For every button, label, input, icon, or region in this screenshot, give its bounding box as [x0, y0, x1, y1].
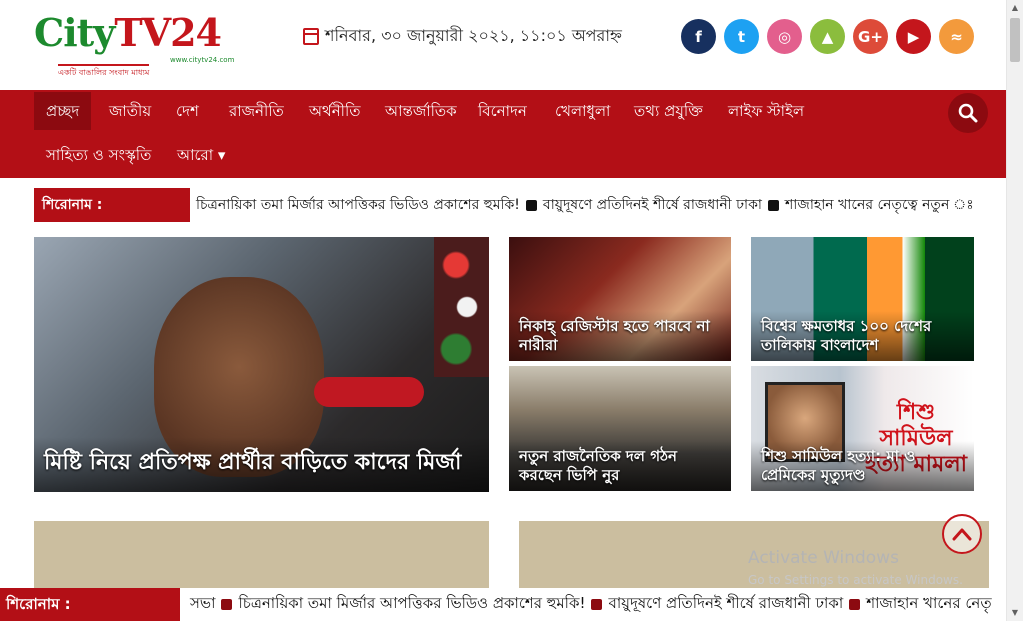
facebook-icon[interactable]: f [681, 19, 716, 54]
scrollbar-thumb[interactable] [1010, 18, 1020, 62]
twitter-icon[interactable]: t [724, 19, 759, 54]
news-card[interactable]: নতুন রাজনৈতিক দল গঠন করছেন ভিপি নুর [509, 366, 731, 491]
ticker-item[interactable]: শাজাহান খানের নেতৃত্বে নতুন ঃ [785, 193, 974, 217]
logo-tagline: একটি বাঙালির সংবাদ মাধ্যম [58, 64, 150, 80]
google-plus-icon[interactable]: G+ [853, 19, 888, 54]
ticker-text: চিত্রনায়িকা তমা মির্জার আপত্তিকর ভিডিও … [196, 193, 974, 217]
bullet-icon [525, 199, 537, 211]
chevron-up-icon [952, 528, 972, 541]
ticker-item[interactable]: সভা [190, 592, 215, 617]
news-title[interactable]: শিশু সামিউল হত্যা: মা ও প্রেমিকের মৃত্যু… [751, 441, 974, 491]
news-title[interactable]: বিশ্বের ক্ষমতাধর ১০০ দেশের তালিকায় বাংল… [751, 311, 974, 361]
instagram-icon[interactable]: ◎ [767, 19, 802, 54]
bottom-headline-ticker: শিরোনাম : সভা চিত্রনায়িকা তমা মির্জার আ… [0, 588, 1006, 621]
ticker-item[interactable]: চিত্রনায়িকা তমা মির্জার আপত্তিকর ভিডিও … [238, 592, 585, 617]
search-icon [958, 103, 978, 123]
windows-watermark-subtitle: Go to Settings to activate Windows. [748, 573, 963, 587]
bullet-icon [591, 599, 603, 610]
social-links: f t ◎ ▲ G+ ▶ ≈ [681, 19, 974, 54]
nav-item-sports[interactable]: খেলাধুলা [543, 92, 622, 130]
windows-watermark-title: Activate Windows [748, 548, 899, 568]
nav-item-international[interactable]: আন্তর্জাতিক [373, 92, 469, 130]
scroll-to-top-button[interactable] [942, 514, 982, 554]
main-nav: প্রচ্ছদ জাতীয় দেশ রাজনীতি অর্থনীতি আন্ত… [0, 90, 1006, 178]
nav-item-national[interactable]: জাতীয় [97, 92, 163, 130]
nav-item-politics[interactable]: রাজনীতি [217, 92, 296, 130]
ticker-label: শিরোনাম : [34, 188, 190, 222]
calendar-icon [303, 27, 319, 45]
youtube-icon[interactable]: ▶ [896, 19, 931, 54]
ticker-label: শিরোনাম : [0, 588, 180, 621]
flowers-image [434, 237, 489, 377]
nav-item-tech[interactable]: তথ্য প্রযুক্তি [622, 92, 715, 130]
site-logo[interactable]: CityTV24 www.citytv24.com একটি বাঙালির স… [34, 10, 244, 80]
lead-news-card[interactable]: মিষ্টি নিয়ে প্রতিপক্ষ প্রার্থীর বাড়িতে… [34, 237, 489, 492]
ticker-item[interactable]: বায়ুদূষণে প্রতিদিনই শীর্ষে রাজধানী ঢাকা [608, 592, 843, 617]
nav-item-country[interactable]: দেশ [164, 92, 211, 130]
ticker-item[interactable]: চিত্রনায়িকা তমা মির্জার আপত্তিকর ভিডিও … [196, 193, 520, 217]
news-card[interactable]: নিকাহ্ রেজিস্টার হতে পারবে না নারীরা [509, 237, 731, 361]
logo-wordmark: CityTV24 [34, 10, 222, 55]
rss-icon[interactable]: ≈ [939, 19, 974, 54]
headline-ticker: শিরোনাম : চিত্রনায়িকা তমা মির্জার আপত্ত… [34, 188, 974, 222]
news-card[interactable]: শিশু সামিউল হত্যা মামলা শিশু সামিউল হত্য… [751, 366, 974, 491]
microphone-image [314, 377, 424, 407]
ticker-item[interactable]: শাজাহান খানের নেতৃ [866, 592, 991, 617]
bullet-icon [221, 599, 233, 610]
nav-item-lifestyle[interactable]: লাইফ স্টাইল [716, 92, 816, 130]
header-date: শনিবার, ৩০ জানুয়ারী ২০২১, ১১:০১ অপরাহ্ন [303, 24, 622, 48]
date-text: শনিবার, ৩০ জানুয়ারী ২০২১, ১১:০১ অপরাহ্ন [325, 25, 622, 45]
bullet-icon [849, 599, 861, 610]
ticker-item[interactable]: বায়ুদূষণে প্রতিদিনই শীর্ষে রাজধানী ঢাকা [543, 193, 762, 217]
scroll-down-icon[interactable]: ▼ [1007, 605, 1023, 621]
ticker-text: সভা চিত্রনায়িকা তমা মির্জার আপত্তিকর ভি… [190, 592, 992, 617]
nav-item-more[interactable]: আরো ▾ [165, 136, 237, 174]
lead-news-title[interactable]: মিষ্টি নিয়ে প্রতিপক্ষ প্রার্থীর বাড়িতে… [34, 437, 489, 492]
news-title[interactable]: নিকাহ্ রেজিস্টার হতে পারবে না নারীরা [509, 311, 731, 361]
page-scrollbar[interactable]: ▲ ▼ [1006, 0, 1023, 621]
nav-item-home[interactable]: প্রচ্ছদ [34, 92, 92, 130]
scroll-up-icon[interactable]: ▲ [1007, 0, 1023, 16]
nav-item-economy[interactable]: অর্থনীতি [297, 92, 373, 130]
news-card[interactable]: বিশ্বের ক্ষমতাধর ১০০ দেশের তালিকায় বাংল… [751, 237, 974, 361]
bullet-icon [767, 199, 779, 211]
search-button[interactable] [948, 93, 988, 133]
nav-item-entertainment[interactable]: বিনোদন [466, 92, 539, 130]
news-title[interactable]: নতুন রাজনৈতিক দল গঠন করছেন ভিপি নুর [509, 441, 731, 491]
android-icon[interactable]: ▲ [810, 19, 845, 54]
nav-item-literature[interactable]: সাহিত্য ও সংস্কৃতি [34, 136, 163, 174]
ad-banner[interactable] [34, 521, 489, 591]
logo-url: www.citytv24.com [170, 56, 235, 64]
